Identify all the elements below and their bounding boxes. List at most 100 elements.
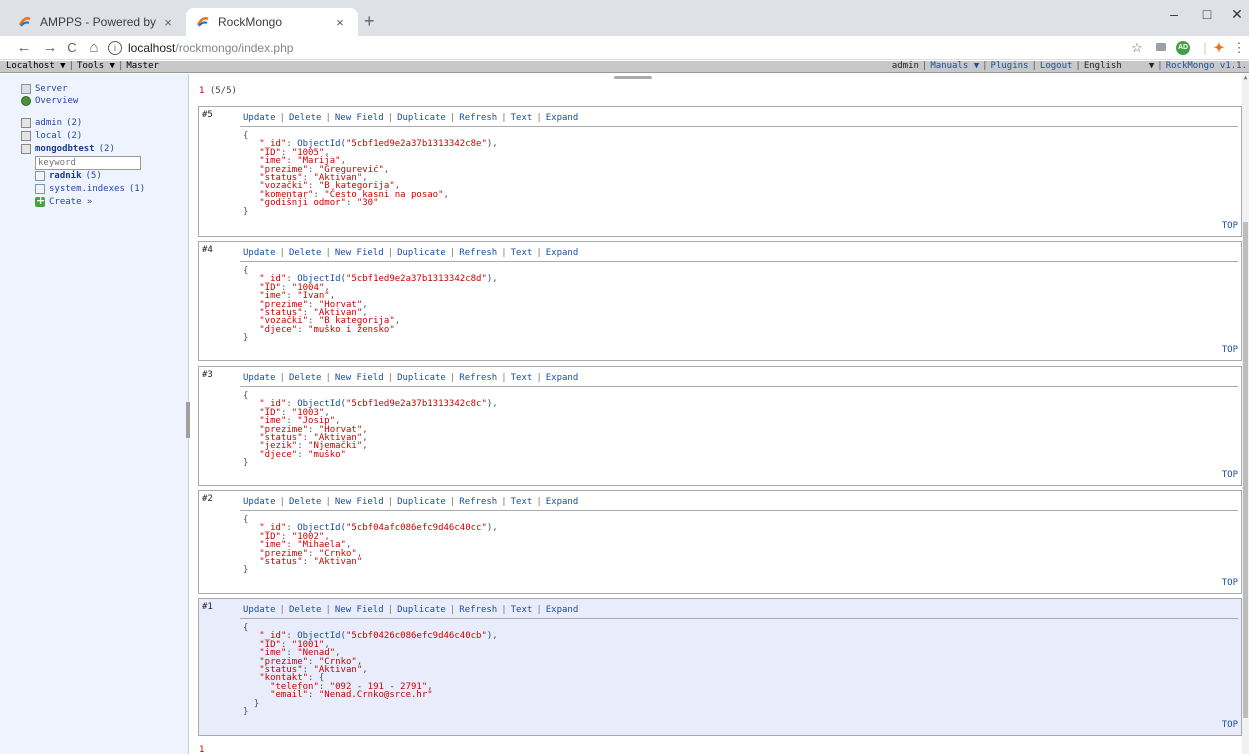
doc-delete-link[interactable]: Delete bbox=[289, 248, 322, 258]
bookmark-star-icon[interactable]: ☆ bbox=[1128, 40, 1146, 56]
doc-text-link[interactable]: Text bbox=[511, 113, 533, 123]
logout-link[interactable]: Logout bbox=[1040, 61, 1073, 71]
url-field[interactable]: i localhost/rockmongo/index.php bbox=[108, 38, 1108, 58]
collection-icon bbox=[35, 184, 45, 194]
top-link[interactable]: TOP bbox=[1222, 578, 1238, 588]
doc-new-field-link[interactable]: New Field bbox=[335, 373, 384, 383]
address-bar: ← → C ⌂ i localhost/rockmongo/index.php … bbox=[0, 36, 1249, 60]
doc-expand-link[interactable]: Expand bbox=[546, 248, 579, 258]
doc-refresh-link[interactable]: Refresh bbox=[459, 497, 497, 507]
document-actions: Update | Delete | New Field | Duplicate | Refres… bbox=[243, 113, 579, 123]
ampps-extension-icon[interactable]: ✦ bbox=[1210, 40, 1228, 56]
doc-delete-link[interactable]: Delete bbox=[289, 605, 322, 615]
doc-duplicate-link[interactable]: Duplicate bbox=[397, 605, 446, 615]
document-actions: Update | Delete | New Field | Duplicate | Refres… bbox=[243, 605, 579, 615]
rockmongo-favicon-icon bbox=[196, 17, 209, 27]
new-tab-icon[interactable]: + bbox=[364, 12, 375, 30]
tab-ampps-title: AMPPS - Powered by Softaculous bbox=[40, 15, 160, 29]
maximize-icon[interactable]: □ bbox=[1192, 6, 1222, 22]
doc-update-link[interactable]: Update bbox=[243, 497, 276, 507]
doc-expand-link[interactable]: Expand bbox=[546, 497, 579, 507]
tab-rockmongo-title: RockMongo bbox=[218, 15, 283, 29]
doc-duplicate-link[interactable]: Duplicate bbox=[397, 373, 446, 383]
doc-duplicate-link[interactable]: Duplicate bbox=[397, 497, 446, 507]
url-path: /rockmongo/index.php bbox=[175, 41, 294, 55]
adblock-extension-icon[interactable]: AD bbox=[1176, 41, 1190, 55]
camera-extension-icon[interactable] bbox=[1156, 43, 1166, 51]
current-user: admin bbox=[891, 61, 919, 71]
window-close-icon[interactable]: ✕ bbox=[1222, 6, 1249, 23]
sidebar-db-local[interactable]: local (2) bbox=[21, 131, 82, 141]
doc-new-field-link[interactable]: New Field bbox=[335, 113, 384, 123]
tools-menu[interactable]: Tools ▼ bbox=[77, 61, 115, 71]
back-icon[interactable]: ← bbox=[14, 39, 34, 57]
document-json: { "_id": ObjectId("5cbf1ed9e2a37b1313342… bbox=[243, 266, 498, 344]
doc-delete-link[interactable]: Delete bbox=[289, 113, 322, 123]
tab-ampps-close-icon[interactable]: × bbox=[160, 15, 176, 30]
doc-text-link[interactable]: Text bbox=[511, 497, 533, 507]
scrollbar-thumb[interactable] bbox=[1243, 222, 1248, 718]
reload-icon[interactable]: C bbox=[62, 39, 82, 57]
doc-new-field-link[interactable]: New Field bbox=[335, 497, 384, 507]
doc-update-link[interactable]: Update bbox=[243, 248, 276, 258]
doc-new-field-link[interactable]: New Field bbox=[335, 605, 384, 615]
top-link[interactable]: TOP bbox=[1222, 345, 1238, 355]
doc-refresh-link[interactable]: Refresh bbox=[459, 373, 497, 383]
doc-refresh-link[interactable]: Refresh bbox=[459, 113, 497, 123]
doc-duplicate-link[interactable]: Duplicate bbox=[397, 113, 446, 123]
tab-ampps[interactable]: AMPPS - Powered by Softaculous × bbox=[8, 8, 186, 36]
document-row: #5 Update | Delete | New Field | Duplicate | Refr… bbox=[198, 106, 1242, 237]
divider bbox=[240, 126, 1238, 127]
document-actions: Update | Delete | New Field | Duplicate | Refres… bbox=[243, 497, 579, 507]
pagination-bottom[interactable]: 1 bbox=[199, 745, 204, 754]
tab-rockmongo-close-icon[interactable]: × bbox=[332, 15, 348, 30]
doc-text-link[interactable]: Text bbox=[511, 605, 533, 615]
doc-update-link[interactable]: Update bbox=[243, 113, 276, 123]
document-row: #2 Update | Delete | New Field | Duplicate | Refr… bbox=[198, 490, 1242, 594]
sidebar-db-admin[interactable]: admin (2) bbox=[21, 118, 82, 128]
manuals-menu[interactable]: Manuals ▼ bbox=[930, 61, 979, 71]
sidebar-collection-radnik[interactable]: radnik (5) bbox=[35, 171, 102, 181]
sidebar-collection-system-indexes[interactable]: system.indexes (1) bbox=[35, 184, 145, 194]
document-json: { "_id": ObjectId("5cbf0426c086efc9d46c4… bbox=[243, 623, 498, 718]
doc-update-link[interactable]: Update bbox=[243, 605, 276, 615]
document-json: { "_id": ObjectId("5cbf1ed9e2a37b1313342… bbox=[243, 131, 498, 217]
collection-filter-input[interactable] bbox=[35, 156, 141, 170]
doc-expand-link[interactable]: Expand bbox=[546, 605, 579, 615]
doc-duplicate-link[interactable]: Duplicate bbox=[397, 248, 446, 258]
doc-text-link[interactable]: Text bbox=[511, 373, 533, 383]
page-current[interactable]: 1 bbox=[199, 86, 204, 96]
top-link[interactable]: TOP bbox=[1222, 720, 1238, 730]
plugins-link[interactable]: Plugins bbox=[991, 61, 1029, 71]
minimize-icon[interactable]: – bbox=[1159, 6, 1189, 22]
site-info-icon[interactable]: i bbox=[108, 41, 122, 55]
doc-delete-link[interactable]: Delete bbox=[289, 497, 322, 507]
document-actions: Update | Delete | New Field | Duplicate | Refres… bbox=[243, 373, 579, 383]
doc-refresh-link[interactable]: Refresh bbox=[459, 605, 497, 615]
pagination-top: 1 (5/5) bbox=[199, 86, 237, 96]
doc-text-link[interactable]: Text bbox=[511, 248, 533, 258]
vertical-scrollbar[interactable]: ▲ bbox=[1242, 74, 1249, 754]
doc-delete-link[interactable]: Delete bbox=[289, 373, 322, 383]
version-link[interactable]: RockMongo v1.1. bbox=[1166, 61, 1247, 71]
browser-menu-icon[interactable]: ⋮ bbox=[1230, 40, 1248, 56]
sidebar-db-mongodbtest[interactable]: mongodbtest (2) bbox=[21, 144, 115, 154]
doc-update-link[interactable]: Update bbox=[243, 373, 276, 383]
sidebar-create-collection[interactable]: Create » bbox=[35, 194, 92, 207]
top-link[interactable]: TOP bbox=[1222, 221, 1238, 231]
doc-refresh-link[interactable]: Refresh bbox=[459, 248, 497, 258]
home-icon[interactable]: ⌂ bbox=[84, 39, 104, 57]
forward-icon[interactable]: → bbox=[40, 39, 60, 57]
doc-new-field-link[interactable]: New Field bbox=[335, 248, 384, 258]
sidebar-item-overview[interactable]: Overview bbox=[21, 96, 78, 106]
tab-rockmongo[interactable]: RockMongo × bbox=[186, 8, 358, 36]
top-link[interactable]: TOP bbox=[1222, 470, 1238, 480]
host-menu[interactable]: Localhost ▼ bbox=[6, 61, 66, 71]
doc-expand-link[interactable]: Expand bbox=[546, 113, 579, 123]
scroll-up-icon[interactable]: ▲ bbox=[1242, 74, 1249, 82]
document-number: #1 bbox=[202, 602, 213, 612]
sidebar-item-server[interactable]: Server bbox=[21, 84, 68, 94]
language-select[interactable]: English ▼ bbox=[1084, 61, 1154, 71]
master-link[interactable]: Master bbox=[126, 61, 159, 71]
doc-expand-link[interactable]: Expand bbox=[546, 373, 579, 383]
